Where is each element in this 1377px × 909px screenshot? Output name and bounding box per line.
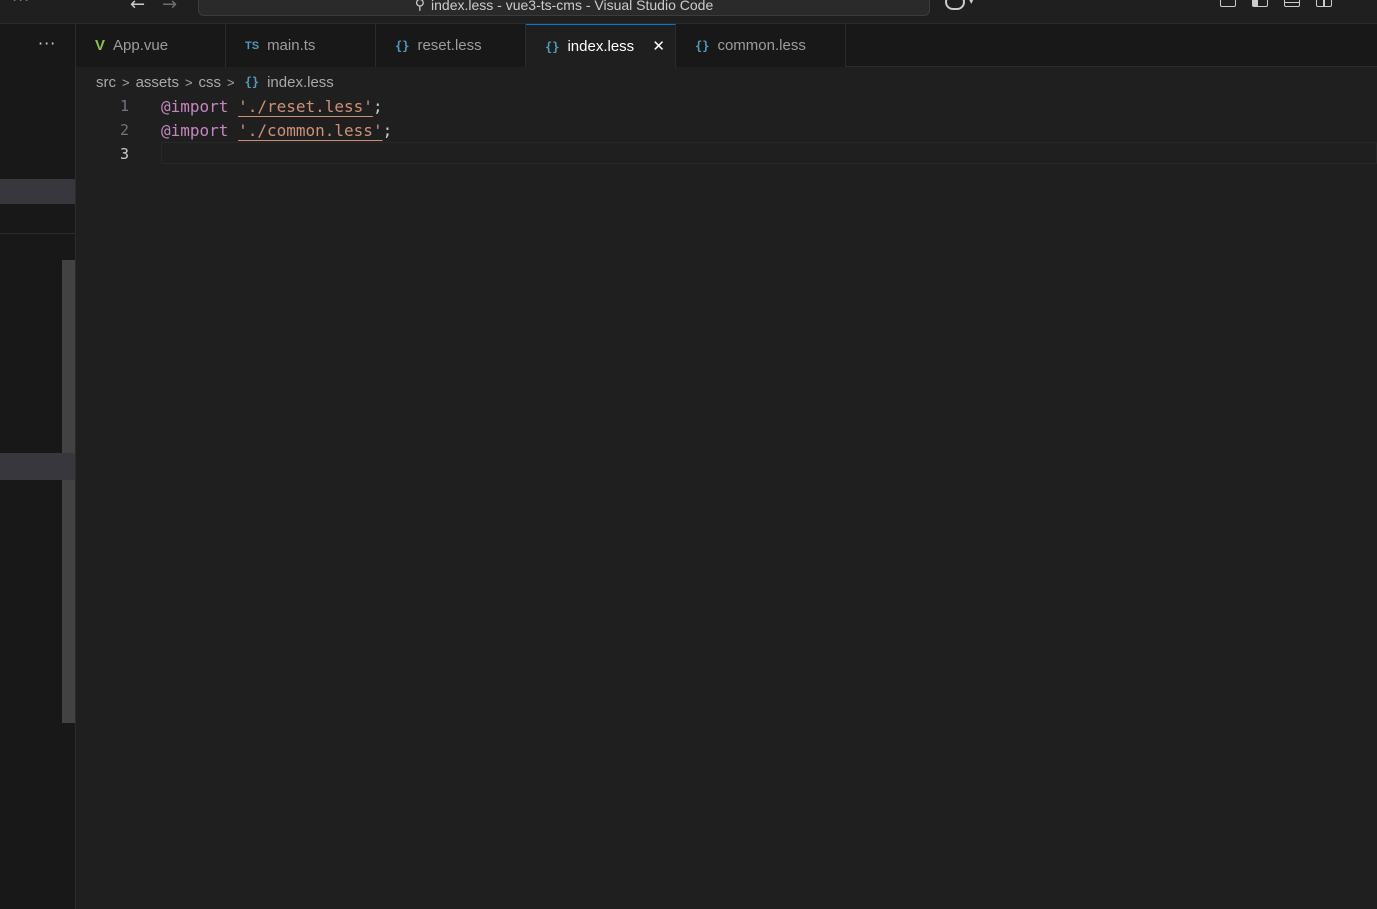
current-line-highlight — [161, 142, 1377, 164]
breadcrumb-item-src[interactable]: src — [96, 74, 116, 91]
punctuation: ; — [372, 96, 383, 116]
sidebar-scrollbar[interactable] — [62, 260, 75, 723]
code-line[interactable]: 2 @import './common.less'; — [76, 118, 1377, 142]
breadcrumb-item-file[interactable]: index.less — [267, 74, 334, 91]
less-braces-icon: {} — [395, 38, 410, 53]
forward-arrow-icon[interactable]: → — [162, 0, 177, 15]
tab-label: common.less — [717, 37, 806, 54]
chevron-right-icon: > — [184, 74, 193, 90]
less-braces-icon: {} — [545, 39, 560, 54]
chevron-down-icon: ▾ — [969, 0, 974, 7]
copilot-button[interactable]: ▾ — [945, 0, 974, 10]
vue-icon: V — [95, 37, 106, 54]
tab-bar: V App.vue TS main.ts {} reset.less {} in… — [76, 24, 1377, 68]
code-editor[interactable]: 1 @import './reset.less'; 2 @import './c… — [76, 94, 1377, 909]
sidebar-divider — [0, 233, 75, 234]
string-literal[interactable]: './common.less' — [238, 121, 383, 140]
keyword: @import — [161, 96, 229, 116]
code-text: @import './reset.less'; — [161, 97, 383, 116]
tab-label: main.ts — [267, 37, 316, 54]
keyword: @import — [161, 120, 229, 140]
more-actions-icon[interactable]: ··· — [38, 34, 56, 53]
window-title: index.less - vue3-ts-cms - Visual Studio… — [431, 0, 714, 13]
tab-label: reset.less — [417, 37, 482, 54]
code-text: @import './common.less'; — [161, 121, 392, 140]
less-braces-icon: {} — [695, 38, 710, 53]
sidebar-hover-row[interactable] — [0, 453, 75, 480]
code-line[interactable]: 1 @import './reset.less'; — [76, 94, 1377, 118]
line-number: 1 — [119, 97, 129, 115]
tab-index-less[interactable]: {} index.less ✕ — [526, 24, 676, 68]
title-bar: ··· ← → ⚲ index.less - vue3-ts-cms - Vis… — [0, 0, 1377, 24]
breadcrumb-item-assets[interactable]: assets — [136, 74, 179, 91]
back-arrow-icon[interactable]: ← — [130, 0, 145, 15]
sidebar: ··· — [0, 24, 76, 909]
toggle-panel-icon[interactable] — [1284, 0, 1300, 7]
tab-app-vue[interactable]: V App.vue — [76, 24, 226, 67]
chevron-right-icon: > — [122, 74, 130, 90]
tab-common-less[interactable]: {} common.less — [676, 24, 846, 67]
toggle-primary-sidebar-icon[interactable] — [1252, 0, 1268, 7]
tab-main-ts[interactable]: TS main.ts — [226, 24, 376, 67]
code-line-current[interactable]: 3 — [76, 142, 1377, 166]
line-number: 3 — [119, 145, 129, 163]
copilot-icon — [945, 0, 965, 10]
line-number: 2 — [119, 121, 129, 139]
toggle-secondary-sidebar-icon[interactable] — [1316, 0, 1332, 7]
string-literal[interactable]: './reset.less' — [238, 97, 373, 116]
sidebar-selected-row[interactable] — [0, 179, 75, 204]
tab-reset-less[interactable]: {} reset.less — [376, 24, 526, 67]
breadcrumb-item-css[interactable]: css — [199, 74, 222, 91]
breadcrumb: src > assets > css > {} index.less — [96, 72, 334, 92]
tab-label: index.less — [567, 38, 635, 55]
less-braces-icon: {} — [244, 75, 260, 89]
punctuation: ; — [382, 120, 393, 140]
typescript-icon: TS — [245, 39, 260, 52]
command-center[interactable]: ⚲ index.less - vue3-ts-cms - Visual Stud… — [198, 0, 930, 16]
search-icon: ⚲ — [414, 0, 426, 13]
close-icon[interactable]: ✕ — [652, 37, 665, 55]
tab-label: App.vue — [113, 37, 169, 54]
menu-icon[interactable]: ··· — [12, 0, 30, 9]
chevron-right-icon: > — [227, 74, 235, 90]
customize-layout-icon[interactable] — [1220, 0, 1236, 7]
